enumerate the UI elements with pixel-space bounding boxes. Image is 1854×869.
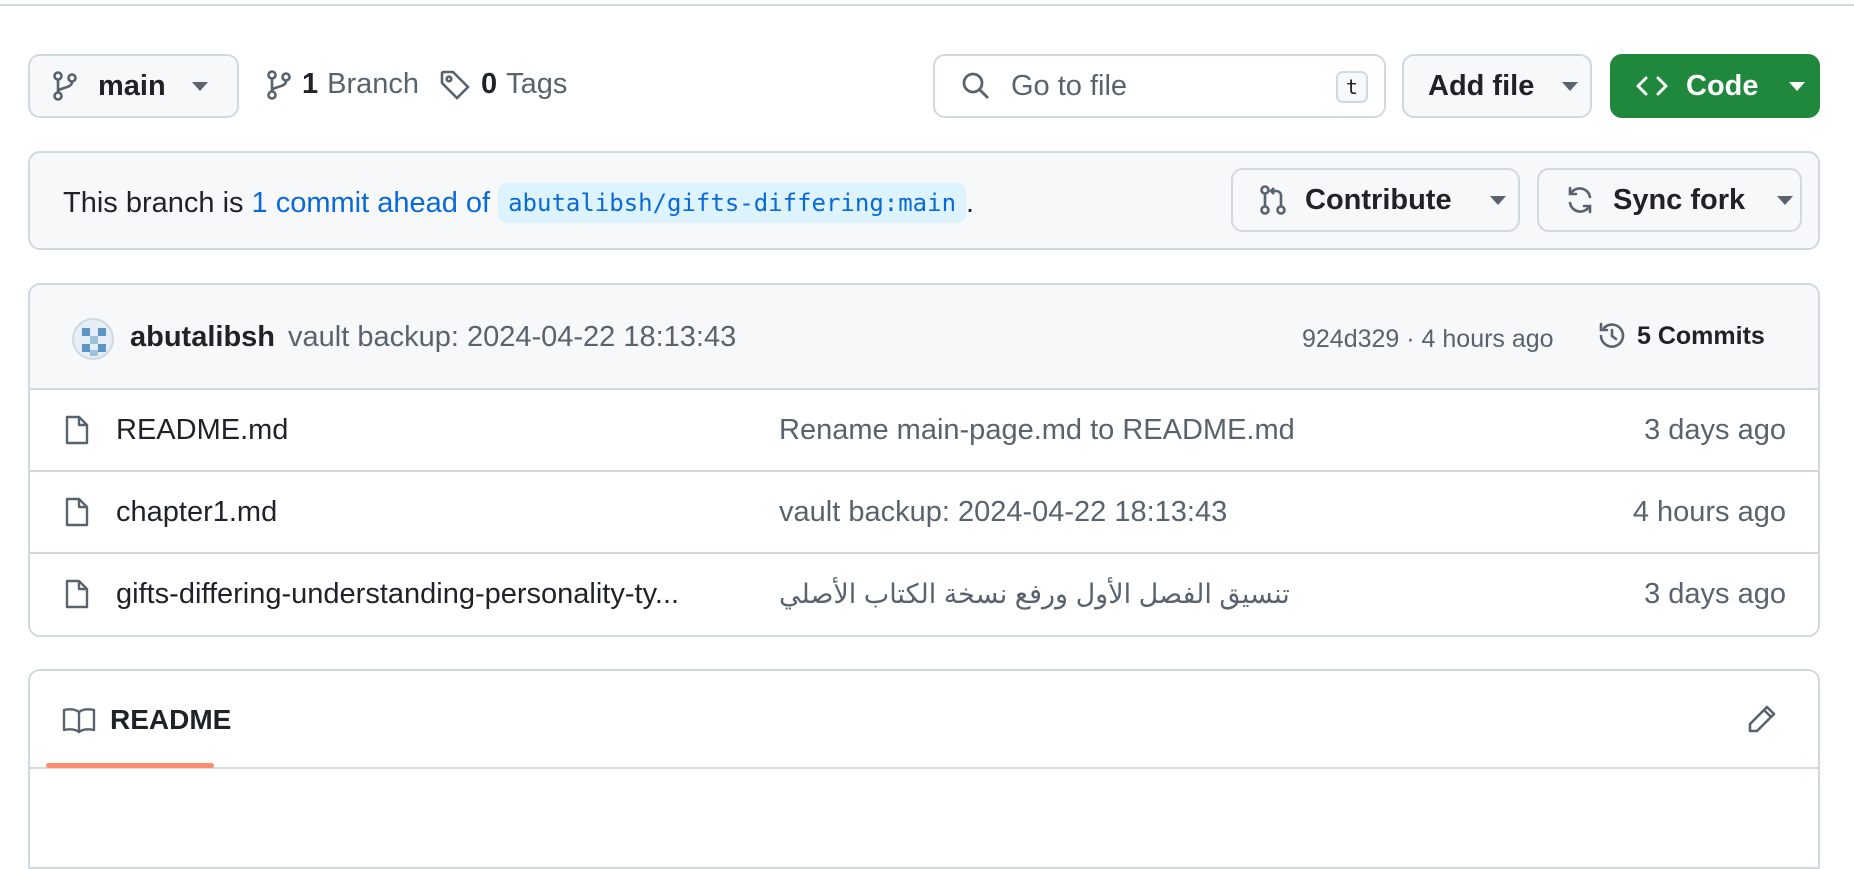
commit-age: 4 hours ago: [1421, 325, 1554, 353]
file-age: 4 hours ago: [1632, 496, 1786, 528]
tag-label: Tags: [506, 68, 568, 100]
file-icon: [64, 578, 90, 610]
file-icon: [64, 414, 90, 446]
upstream-branch-ref[interactable]: abutalibsh/gifts-differing:main: [498, 183, 967, 223]
commit-author[interactable]: abutalibsh: [130, 321, 275, 354]
commit-sha[interactable]: 924d329: [1302, 325, 1399, 354]
tag-count: 0: [481, 68, 498, 100]
file-age: 3 days ago: [1644, 414, 1786, 446]
keyboard-shortcut-hint: t: [1336, 71, 1368, 103]
file-row[interactable]: README.md Rename main-page.md to README.…: [30, 390, 1818, 472]
code-icon: [1636, 74, 1668, 98]
tag-icon: [439, 69, 471, 101]
readme-tab-label: README: [110, 704, 232, 735]
file-name[interactable]: chapter1.md: [116, 496, 277, 529]
top-divider: [0, 0, 1854, 6]
file-name[interactable]: gifts-differing-understanding-personalit…: [116, 578, 679, 611]
tab-readme[interactable]: README: [62, 704, 231, 736]
chevron-down-icon: [1788, 81, 1805, 91]
search-placeholder: Go to file: [1011, 69, 1128, 102]
commit-meta: 924d329 · 4 hours ago: [1302, 325, 1554, 354]
pencil-icon[interactable]: [1746, 703, 1778, 735]
branch-name: main: [98, 69, 166, 102]
file-name[interactable]: README.md: [116, 414, 288, 447]
readme-header: README: [30, 671, 1818, 769]
sync-fork-button[interactable]: Sync fork: [1537, 168, 1802, 232]
contribute-label: Contribute: [1305, 183, 1452, 216]
branch-label: Branch: [327, 68, 420, 100]
add-file-label: Add file: [1428, 69, 1535, 102]
contribute-button[interactable]: Contribute: [1231, 168, 1520, 232]
avatar[interactable]: [72, 318, 114, 360]
sync-icon: [1565, 185, 1595, 215]
commits-count-label: 5 Commits: [1637, 321, 1765, 350]
file-commit-message[interactable]: vault backup: 2024-04-22 18:13:43: [779, 496, 1227, 529]
branch-selector-button[interactable]: main: [28, 54, 239, 118]
banner-prefix: This branch is: [63, 186, 244, 219]
branch-count: 1: [302, 68, 319, 100]
sync-fork-label: Sync fork: [1613, 183, 1746, 216]
search-icon: [961, 71, 991, 101]
chevron-down-icon: [1562, 81, 1579, 91]
branches-link[interactable]: 1 Branch: [266, 68, 419, 101]
book-icon: [62, 706, 96, 734]
active-tab-indicator: [46, 763, 214, 768]
chevron-down-icon: [1777, 195, 1794, 205]
chevron-down-icon: [191, 81, 208, 91]
history-icon: [1597, 321, 1627, 351]
commits-history-link[interactable]: 5 Commits: [1597, 321, 1765, 351]
file-commit-message[interactable]: تنسيق الفصل الأول ورفع نسخة الكتاب الأصل…: [779, 579, 1290, 610]
code-button[interactable]: Code: [1610, 54, 1820, 118]
file-list: abutalibsh vault backup: 2024-04-22 18:1…: [28, 283, 1820, 637]
add-file-button[interactable]: Add file: [1402, 54, 1592, 118]
file-row[interactable]: chapter1.md vault backup: 2024-04-22 18:…: [30, 472, 1818, 554]
code-label: Code: [1686, 69, 1759, 102]
chevron-down-icon: [1489, 195, 1506, 205]
readme-panel: README: [28, 669, 1820, 869]
file-row[interactable]: gifts-differing-understanding-personalit…: [30, 554, 1818, 635]
git-branch-icon: [52, 71, 78, 101]
git-branch-icon: [266, 69, 292, 100]
commits-ahead-link[interactable]: 1 commit ahead of: [252, 187, 491, 220]
tags-link[interactable]: 0 Tags: [439, 68, 567, 101]
go-to-file-input[interactable]: Go to file t: [933, 54, 1386, 118]
banner-suffix: .: [966, 186, 975, 219]
pull-request-icon: [1259, 185, 1287, 215]
file-icon: [64, 496, 90, 528]
meta-separator: ·: [1399, 325, 1422, 353]
file-commit-message[interactable]: Rename main-page.md to README.md: [779, 414, 1295, 447]
commit-message[interactable]: vault backup: 2024-04-22 18:13:43: [288, 321, 736, 354]
file-age: 3 days ago: [1644, 578, 1786, 610]
latest-commit-row: abutalibsh vault backup: 2024-04-22 18:1…: [30, 285, 1818, 390]
